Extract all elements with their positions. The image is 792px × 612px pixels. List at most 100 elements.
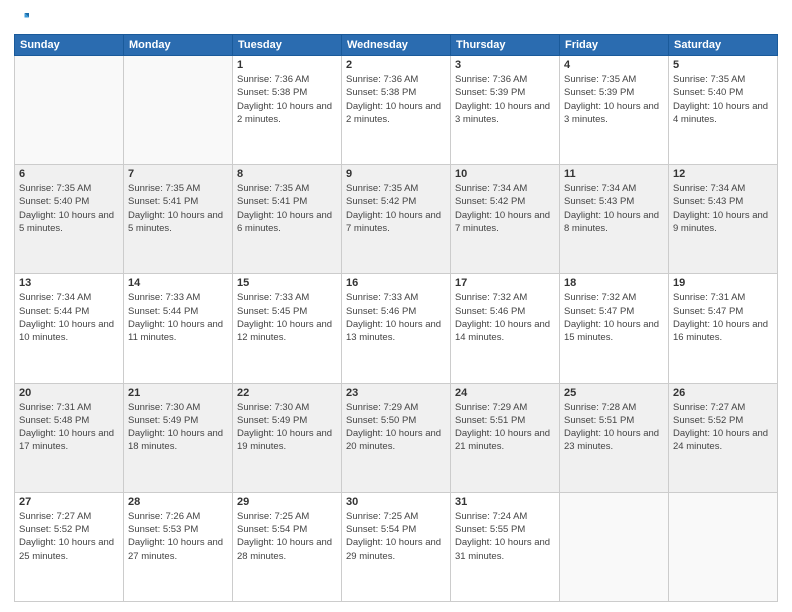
calendar-day-cell [124, 56, 233, 165]
day-number: 26 [673, 387, 773, 399]
calendar-day-cell: 31 Sunrise: 7:24 AM Sunset: 5:55 PM Dayli… [451, 492, 560, 601]
weekday-header: Monday [124, 35, 233, 56]
calendar-day-cell: 28 Sunrise: 7:26 AM Sunset: 5:53 PM Dayli… [124, 492, 233, 601]
calendar-day-cell: 15 Sunrise: 7:33 AM Sunset: 5:45 PM Dayli… [233, 274, 342, 383]
calendar-day-cell: 4 Sunrise: 7:35 AM Sunset: 5:39 PM Daylig… [560, 56, 669, 165]
day-number: 4 [564, 59, 664, 71]
calendar-day-cell: 30Sunrise: 7:25 AM Sunset: 5:54 PM Dayli… [342, 492, 451, 601]
calendar-day-cell: 27 Sunrise: 7:27 AM Sunset: 5:52 PM Dayli… [15, 492, 124, 601]
calendar-week-row: 6 Sunrise: 7:35 AM Sunset: 5:40 PM Daylig… [15, 165, 778, 274]
day-number: 25 [564, 387, 664, 399]
day-info: Sunrise: 7:29 AM Sunset: 5:50 PM Dayligh… [346, 401, 446, 454]
day-info: Sunrise: 7:25 AM Sunset: 5:54 PM Dayligh… [237, 510, 337, 563]
day-number: 23 [346, 387, 446, 399]
day-number: 29 [237, 496, 337, 508]
day-number: 5 [673, 59, 773, 71]
weekday-header: Wednesday [342, 35, 451, 56]
day-info: Sunrise: 7:27 AM Sunset: 5:52 PM Dayligh… [673, 401, 773, 454]
calendar-day-cell: 9 Sunrise: 7:35 AM Sunset: 5:42 PM Daylig… [342, 165, 451, 274]
calendar-day-cell: 5 Sunrise: 7:35 AM Sunset: 5:40 PM Daylig… [669, 56, 778, 165]
day-number: 15 [237, 277, 337, 289]
day-info: Sunrise: 7:35 AM Sunset: 5:41 PM Dayligh… [237, 182, 337, 235]
day-info: Sunrise: 7:35 AM Sunset: 5:40 PM Dayligh… [19, 182, 119, 235]
weekday-header: Thursday [451, 35, 560, 56]
day-number: 8 [237, 168, 337, 180]
calendar-week-row: 27 Sunrise: 7:27 AM Sunset: 5:52 PM Dayli… [15, 492, 778, 601]
calendar-day-cell: 11 Sunrise: 7:34 AM Sunset: 5:43 PM Dayli… [560, 165, 669, 274]
weekday-header: Tuesday [233, 35, 342, 56]
day-info: Sunrise: 7:30 AM Sunset: 5:49 PM Dayligh… [237, 401, 337, 454]
day-info: Sunrise: 7:31 AM Sunset: 5:48 PM Dayligh… [19, 401, 119, 454]
calendar-day-cell: 2Sunrise: 7:36 AM Sunset: 5:38 PM Daylig… [342, 56, 451, 165]
calendar-week-row: 20Sunrise: 7:31 AM Sunset: 5:48 PM Dayli… [15, 383, 778, 492]
day-number: 10 [455, 168, 555, 180]
calendar-week-row: 13Sunrise: 7:34 AM Sunset: 5:44 PM Dayli… [15, 274, 778, 383]
header [14, 10, 778, 28]
calendar-header-row: SundayMondayTuesdayWednesdayThursdayFrid… [15, 35, 778, 56]
calendar-day-cell: 17Sunrise: 7:32 AM Sunset: 5:46 PM Dayli… [451, 274, 560, 383]
day-number: 11 [564, 168, 664, 180]
day-info: Sunrise: 7:34 AM Sunset: 5:42 PM Dayligh… [455, 182, 555, 235]
calendar-day-cell: 25 Sunrise: 7:28 AM Sunset: 5:51 PM Dayli… [560, 383, 669, 492]
day-info: Sunrise: 7:35 AM Sunset: 5:42 PM Dayligh… [346, 182, 446, 235]
day-info: Sunrise: 7:27 AM Sunset: 5:52 PM Dayligh… [19, 510, 119, 563]
day-number: 18 [564, 277, 664, 289]
day-number: 7 [128, 168, 228, 180]
day-info: Sunrise: 7:34 AM Sunset: 5:43 PM Dayligh… [673, 182, 773, 235]
calendar-day-cell: 16 Sunrise: 7:33 AM Sunset: 5:46 PM Dayli… [342, 274, 451, 383]
calendar-day-cell: 12 Sunrise: 7:34 AM Sunset: 5:43 PM Dayli… [669, 165, 778, 274]
day-info: Sunrise: 7:36 AM Sunset: 5:39 PM Dayligh… [455, 73, 555, 126]
calendar-day-cell: 22 Sunrise: 7:30 AM Sunset: 5:49 PM Dayli… [233, 383, 342, 492]
calendar-day-cell [15, 56, 124, 165]
calendar-week-row: 1 Sunrise: 7:36 AM Sunset: 5:38 PM Daylig… [15, 56, 778, 165]
calendar-day-cell: 21 Sunrise: 7:30 AM Sunset: 5:49 PM Dayli… [124, 383, 233, 492]
calendar-day-cell: 14 Sunrise: 7:33 AM Sunset: 5:44 PM Dayli… [124, 274, 233, 383]
day-info: Sunrise: 7:35 AM Sunset: 5:40 PM Dayligh… [673, 73, 773, 126]
day-info: Sunrise: 7:32 AM Sunset: 5:47 PM Dayligh… [564, 291, 664, 344]
calendar-day-cell: 18 Sunrise: 7:32 AM Sunset: 5:47 PM Dayli… [560, 274, 669, 383]
logo [14, 10, 34, 28]
calendar-day-cell: 23 Sunrise: 7:29 AM Sunset: 5:50 PM Dayli… [342, 383, 451, 492]
day-number: 24 [455, 387, 555, 399]
day-number: 12 [673, 168, 773, 180]
day-info: Sunrise: 7:25 AM Sunset: 5:54 PM Dayligh… [346, 510, 446, 563]
day-info: Sunrise: 7:32 AM Sunset: 5:46 PM Dayligh… [455, 291, 555, 344]
calendar-day-cell [669, 492, 778, 601]
day-info: Sunrise: 7:35 AM Sunset: 5:41 PM Dayligh… [128, 182, 228, 235]
weekday-header: Sunday [15, 35, 124, 56]
calendar-day-cell: 8 Sunrise: 7:35 AM Sunset: 5:41 PM Daylig… [233, 165, 342, 274]
day-number: 14 [128, 277, 228, 289]
day-info: Sunrise: 7:34 AM Sunset: 5:43 PM Dayligh… [564, 182, 664, 235]
day-info: Sunrise: 7:33 AM Sunset: 5:44 PM Dayligh… [128, 291, 228, 344]
weekday-header: Friday [560, 35, 669, 56]
day-number: 3 [455, 59, 555, 71]
day-number: 22 [237, 387, 337, 399]
day-number: 31 [455, 496, 555, 508]
day-number: 16 [346, 277, 446, 289]
day-info: Sunrise: 7:26 AM Sunset: 5:53 PM Dayligh… [128, 510, 228, 563]
day-info: Sunrise: 7:28 AM Sunset: 5:51 PM Dayligh… [564, 401, 664, 454]
calendar-day-cell: 3 Sunrise: 7:36 AM Sunset: 5:39 PM Daylig… [451, 56, 560, 165]
day-number: 28 [128, 496, 228, 508]
day-info: Sunrise: 7:24 AM Sunset: 5:55 PM Dayligh… [455, 510, 555, 563]
day-number: 9 [346, 168, 446, 180]
calendar-day-cell: 20Sunrise: 7:31 AM Sunset: 5:48 PM Dayli… [15, 383, 124, 492]
day-info: Sunrise: 7:33 AM Sunset: 5:46 PM Dayligh… [346, 291, 446, 344]
day-number: 27 [19, 496, 119, 508]
calendar: SundayMondayTuesdayWednesdayThursdayFrid… [14, 34, 778, 602]
day-number: 13 [19, 277, 119, 289]
day-number: 6 [19, 168, 119, 180]
weekday-header: Saturday [669, 35, 778, 56]
calendar-day-cell: 19Sunrise: 7:31 AM Sunset: 5:47 PM Dayli… [669, 274, 778, 383]
calendar-day-cell: 13Sunrise: 7:34 AM Sunset: 5:44 PM Dayli… [15, 274, 124, 383]
day-info: Sunrise: 7:36 AM Sunset: 5:38 PM Dayligh… [237, 73, 337, 126]
day-info: Sunrise: 7:35 AM Sunset: 5:39 PM Dayligh… [564, 73, 664, 126]
day-info: Sunrise: 7:30 AM Sunset: 5:49 PM Dayligh… [128, 401, 228, 454]
calendar-day-cell: 7 Sunrise: 7:35 AM Sunset: 5:41 PM Daylig… [124, 165, 233, 274]
day-info: Sunrise: 7:33 AM Sunset: 5:45 PM Dayligh… [237, 291, 337, 344]
day-number: 21 [128, 387, 228, 399]
day-number: 1 [237, 59, 337, 71]
day-info: Sunrise: 7:31 AM Sunset: 5:47 PM Dayligh… [673, 291, 773, 344]
calendar-day-cell: 6 Sunrise: 7:35 AM Sunset: 5:40 PM Daylig… [15, 165, 124, 274]
day-number: 2 [346, 59, 446, 71]
